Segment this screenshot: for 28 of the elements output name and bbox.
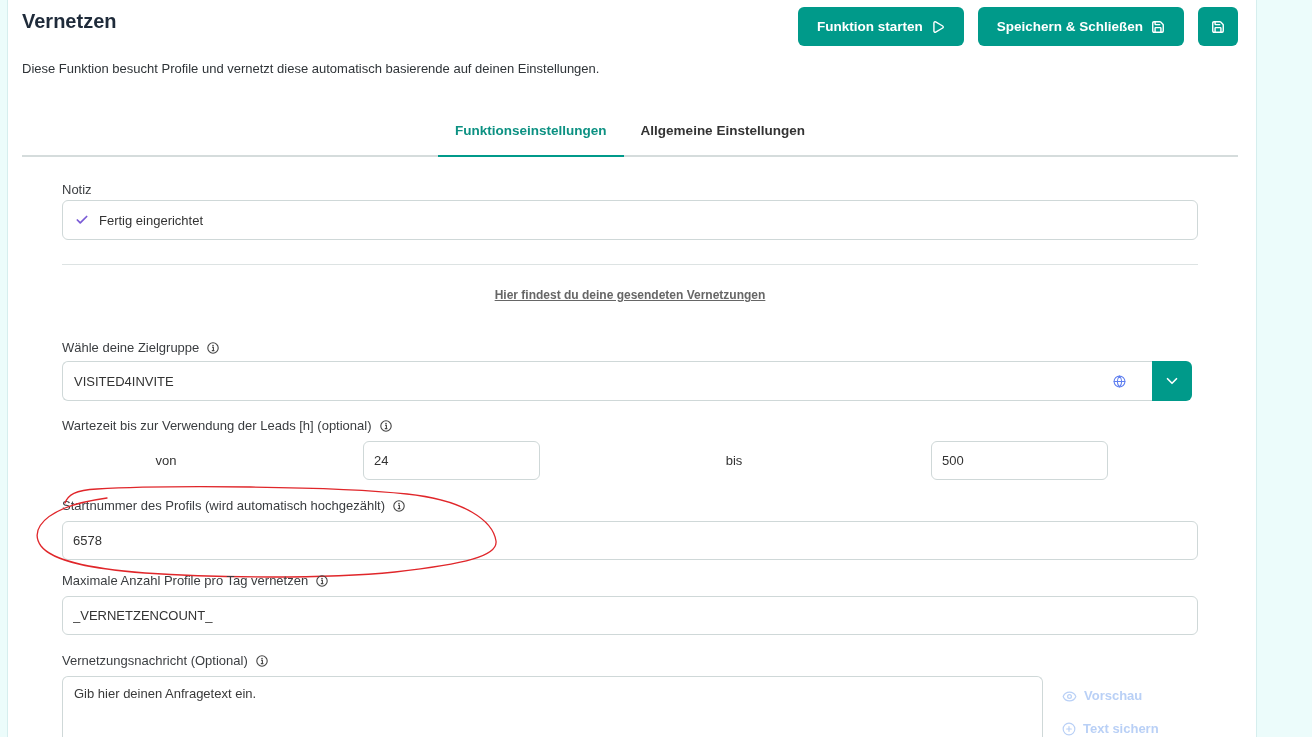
page-description: Diese Funktion besucht Profile und vernetzt diese automatisch basierende auf deinen Einstellungen. bbox=[22, 60, 601, 78]
text-input[interactable]: 6578 bbox=[62, 521, 1198, 560]
tab[interactable]: Funktionseinstellungen bbox=[438, 100, 624, 157]
dropdown-button[interactable] bbox=[1152, 361, 1192, 401]
hours-input[interactable]: 24 bbox=[363, 441, 540, 480]
audience-select[interactable]: VISITED4INVITE bbox=[62, 361, 1152, 401]
message-textarea[interactable]: Gib hier deinen Anfragetext ein. bbox=[62, 676, 1043, 737]
field-label: Notiz bbox=[62, 181, 92, 199]
field-label: Startnummer des Profils (wird automatisch hochgezählt) bbox=[62, 497, 385, 515]
field-label: Wartezeit bis zur Verwendung der Leads [h] (optional) bbox=[62, 417, 372, 435]
plus-circle-icon bbox=[1062, 722, 1076, 736]
globe-icon bbox=[1113, 374, 1126, 388]
check-icon bbox=[75, 213, 89, 227]
eye-icon bbox=[1062, 688, 1077, 704]
range-label: bis bbox=[724, 453, 744, 468]
save-close-button[interactable]: Speichern & Schließen bbox=[977, 7, 1184, 46]
save-button[interactable] bbox=[1198, 7, 1238, 46]
range-label: von bbox=[154, 453, 178, 468]
play-icon bbox=[930, 19, 945, 34]
start-button[interactable]: Funktion starten bbox=[797, 7, 964, 46]
sent-connections-link[interactable]: Hier findest du deine gesendeten Vernetzungen bbox=[494, 286, 766, 304]
note-input[interactable]: Fertig eingerichtet bbox=[62, 200, 1198, 240]
tab[interactable]: Allgemeine Einstellungen bbox=[623, 100, 822, 157]
field-label: Wähle deine Zielgruppe bbox=[62, 339, 200, 357]
page-title: Vernetzen bbox=[22, 9, 117, 34]
text-input[interactable]: _VERNETZENCOUNT_ bbox=[62, 596, 1198, 635]
hours-input[interactable]: 500 bbox=[931, 441, 1108, 480]
field-label: Vernetzungsnachricht (Optional) bbox=[62, 652, 248, 670]
